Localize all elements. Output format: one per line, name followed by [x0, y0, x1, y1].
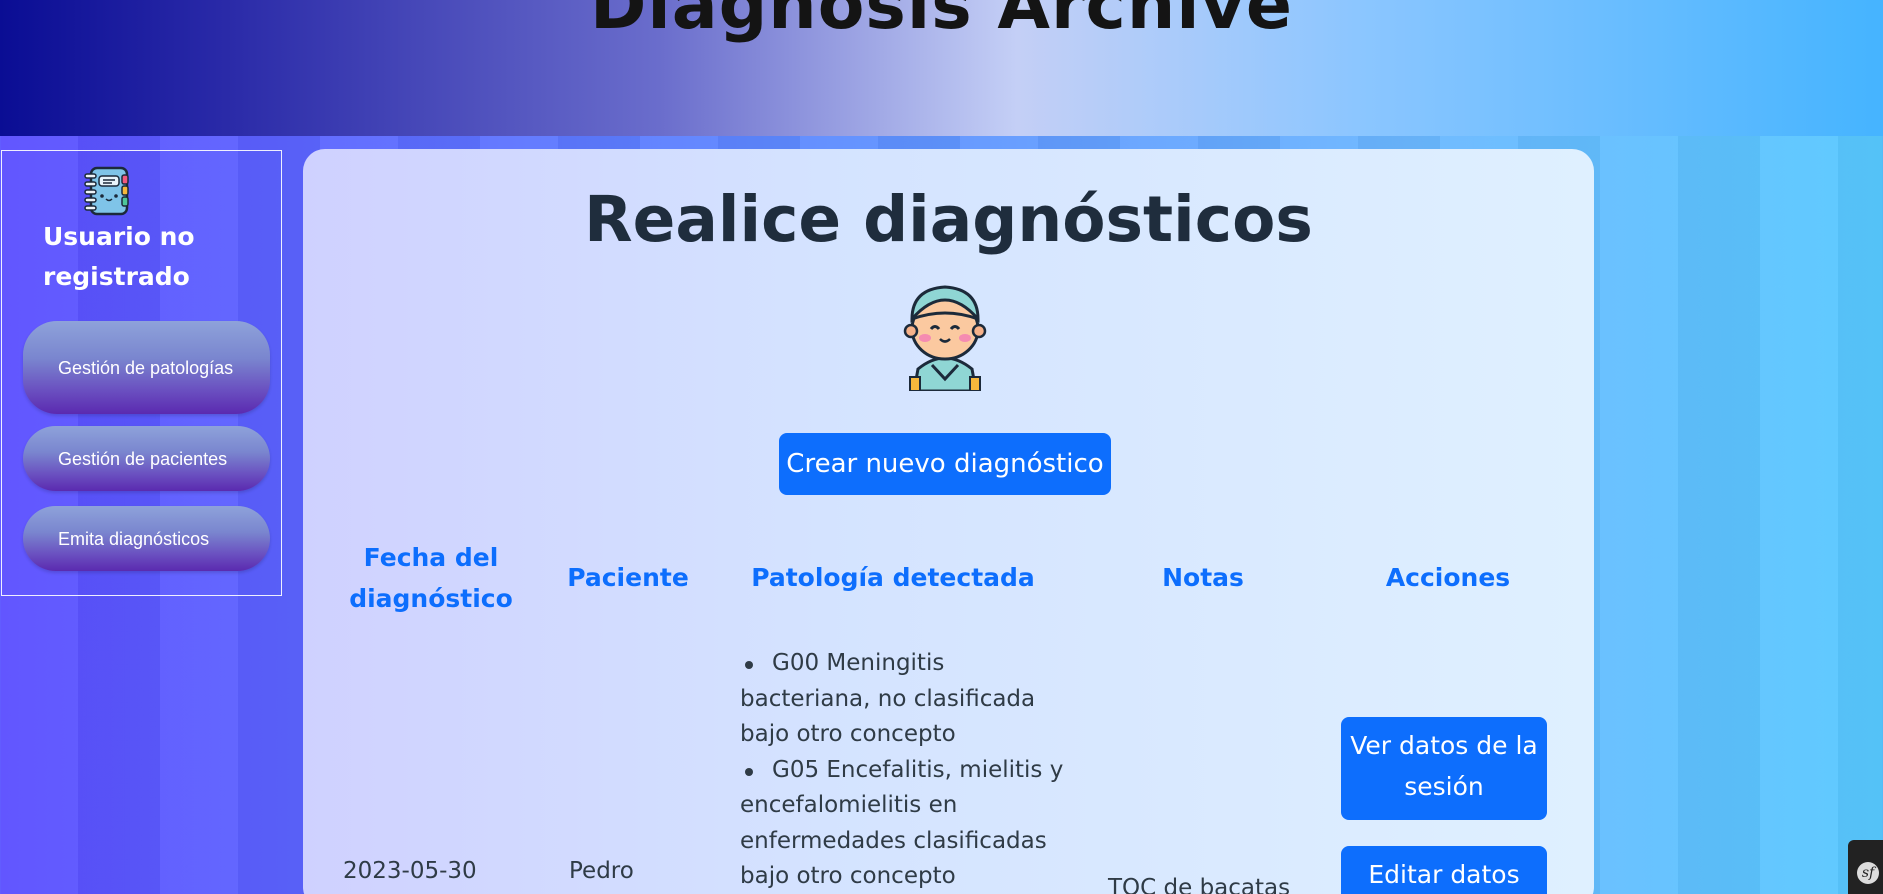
page-header-title: Diagnosis Archive	[589, 0, 1293, 45]
page-title: Realice diagnósticos	[584, 183, 1313, 256]
notebook-icon	[84, 166, 129, 216]
pathology-list: G00 Meningitis bacteriana, no clasificad…	[740, 646, 1070, 894]
edit-data-button[interactable]: Editar datos	[1341, 846, 1547, 894]
sidebar-item-diagnoses[interactable]: Emita diagnósticos	[23, 506, 270, 571]
cell-notes: TOC de bacatas	[1108, 875, 1291, 894]
doctor-avatar-icon	[903, 285, 987, 391]
sidebar-item-patients[interactable]: Gestión de pacientes	[23, 426, 270, 491]
table-header-actions[interactable]: Acciones	[1323, 557, 1573, 598]
sidebar-item-label: Gestión de pacientes	[58, 448, 228, 469]
create-diagnosis-button[interactable]: Crear nuevo diagnóstico	[779, 433, 1111, 495]
symfony-icon: sf	[1857, 862, 1879, 884]
debug-toolbar-toggle[interactable]: sf	[1848, 840, 1883, 894]
list-item: G00 Meningitis bacteriana, no clasificad…	[740, 646, 1070, 753]
user-status-label: Usuario no registrado	[43, 222, 195, 291]
cell-date: 2023-05-30	[343, 858, 477, 884]
view-session-button[interactable]: Ver datos de la sesión	[1341, 717, 1547, 820]
page-header: Diagnosis Archive	[0, 0, 1883, 136]
cell-patient: Pedro	[569, 858, 634, 884]
sidebar: Usuario no registrado Gestión de patolog…	[1, 150, 282, 596]
sidebar-item-label: Gestión de patologías	[58, 357, 234, 378]
table-header-notes[interactable]: Notas	[1093, 557, 1313, 598]
sidebar-item-label: Emita diagnósticos	[58, 528, 210, 549]
main-panel: Realice diagnósticos Crear nuevo diagnós…	[303, 149, 1594, 894]
table-header-patient[interactable]: Paciente	[538, 557, 718, 598]
sidebar-item-pathologies[interactable]: Gestión de patologías	[23, 321, 270, 414]
list-item: G05 Encefalitis, mielitis y encefalomiel…	[740, 753, 1070, 894]
table-header-pathology[interactable]: Patología detectada	[723, 557, 1063, 598]
table-header-date[interactable]: Fecha del diagnóstico	[331, 537, 531, 619]
